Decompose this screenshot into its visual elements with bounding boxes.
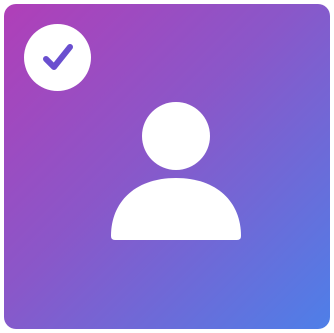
profile-avatar-tile[interactable] xyxy=(4,4,330,329)
checkmark-icon xyxy=(42,43,73,70)
user-silhouette-icon xyxy=(107,102,243,240)
selected-check-badge xyxy=(24,24,91,91)
